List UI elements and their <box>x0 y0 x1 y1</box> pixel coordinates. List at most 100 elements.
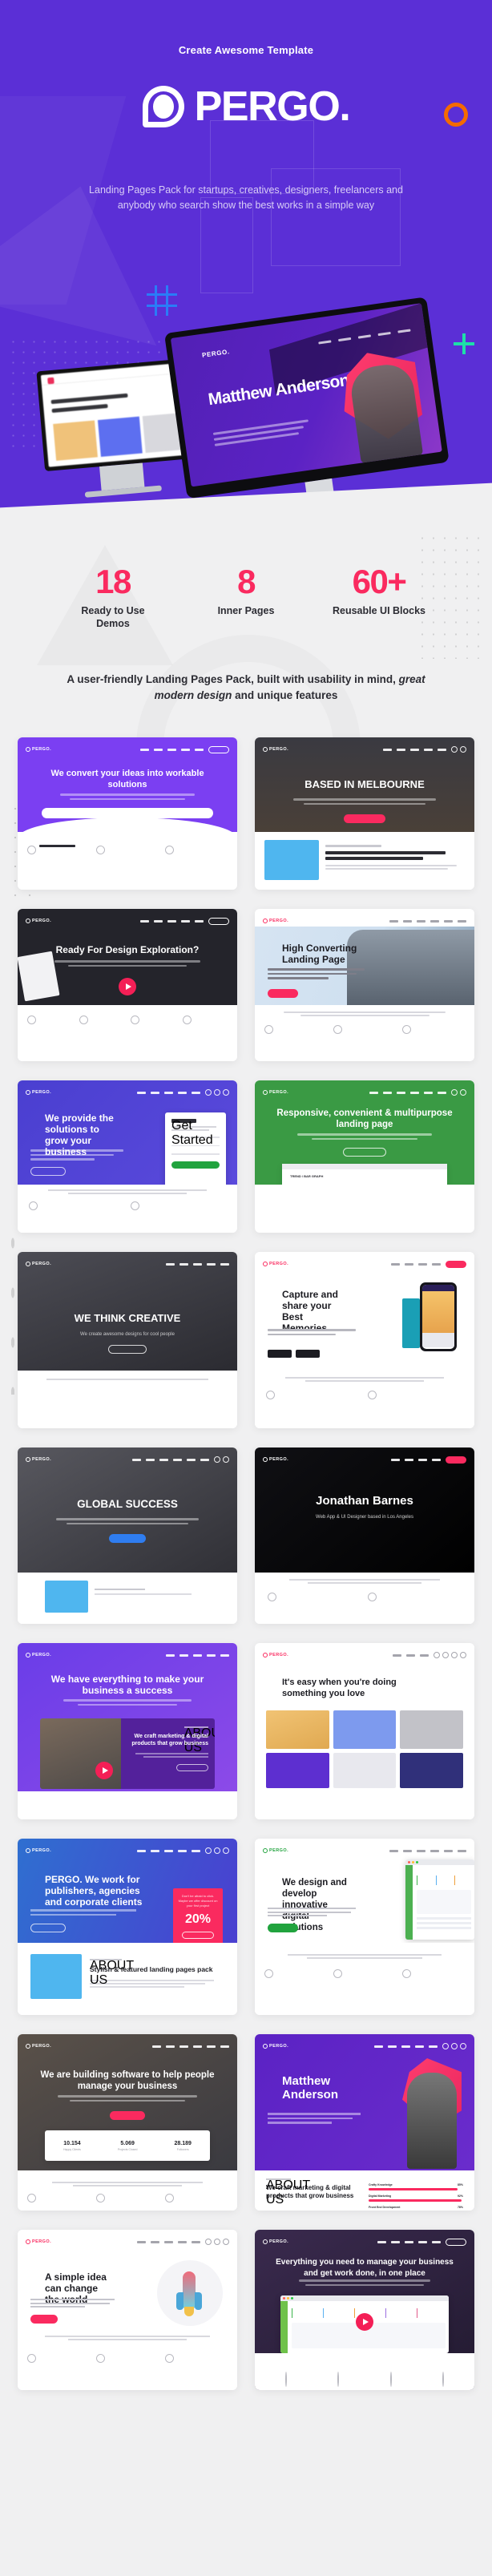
demo-brand: PERGO. <box>32 747 52 752</box>
demo-cta-button[interactable] <box>110 2111 145 2120</box>
demo-cta-button[interactable] <box>344 814 385 823</box>
demo-card[interactable]: PERGO. GLOBAL SUCCESS <box>18 1447 237 1624</box>
counter-label: Projects Closed <box>117 2147 138 2151</box>
fingerprint-icon <box>165 846 174 854</box>
demo-cta-button[interactable] <box>30 2315 58 2324</box>
demo-cta-button[interactable] <box>343 1148 386 1157</box>
demo-card[interactable]: PERGO. Responsive, convenient & multipur… <box>255 1080 474 1233</box>
pergo-circle-logo-icon <box>142 86 184 127</box>
play-button[interactable] <box>119 978 136 995</box>
tagline-part1: A user-friendly Landing Pages Pack, buil… <box>67 673 399 685</box>
stat-item: 60+ Reusable UI Blocks <box>331 564 427 630</box>
demo-cta-button[interactable] <box>176 1764 208 1771</box>
demo-title: High Converting Landing Page <box>282 943 357 965</box>
demo-row: PERGO. GLOBAL SUCCESS PERGO. Jonathan Ba… <box>18 1447 474 1624</box>
plus-icon <box>454 333 474 354</box>
feature-item <box>333 1024 396 1034</box>
globe-icon <box>268 1593 276 1601</box>
inner-eyebrow: ABOUT US <box>183 1726 215 1754</box>
counter-label: Happy Clients <box>63 2147 81 2151</box>
hash-icon <box>147 285 177 316</box>
inner-title: Stylish & featured landing pages pack <box>90 1965 213 1973</box>
demo-card[interactable]: PERGO. Everything you need to manage you… <box>255 2230 474 2390</box>
demo-card[interactable]: PERGO. A simple idea can change the worl… <box>18 2230 237 2390</box>
demo-row: PERGO. A simple idea can change the worl… <box>18 2230 474 2390</box>
play-button[interactable] <box>356 2313 373 2331</box>
demo-card[interactable]: PERGO. We have everything to make your b… <box>18 1643 237 1819</box>
stat-label: Inner Pages <box>217 605 275 616</box>
demo-card[interactable]: PERGO. We design and develop innovative … <box>255 1839 474 2015</box>
demo-card[interactable]: PERGO. Jonathan Barnes Web App & UI Desi… <box>255 1447 474 1624</box>
demo-card[interactable]: PERGO. WE THINK CREATIVE We create aweso… <box>18 1252 237 1428</box>
demo-brand: PERGO. <box>269 1653 289 1657</box>
feature-item <box>165 2193 228 2203</box>
demo-title: We are building software to help people … <box>40 2070 215 2091</box>
demo-row: PERGO. We convert your ideas into workab… <box>18 737 474 890</box>
demo-card[interactable]: PERGO. BASED IN MELBOURNE <box>255 737 474 890</box>
cloud-icon <box>368 1391 377 1399</box>
demo-title: BASED IN MELBOURNE <box>304 778 425 790</box>
feature-title: Concept & Idea <box>39 845 76 847</box>
demo-card[interactable]: PERGO. PERGO. We work for publishers, ag… <box>18 1839 237 2015</box>
feature-item <box>165 845 228 854</box>
globe-icon <box>389 2372 392 2387</box>
hero-subtitle: Landing Pages Pack for startups, creativ… <box>89 184 403 211</box>
feature-item <box>29 1201 124 1210</box>
demo-card[interactable]: PERGO. We convert your ideas into workab… <box>18 737 237 890</box>
badge-cta-button[interactable] <box>182 1932 214 1939</box>
stat-item: 8 Inner Pages <box>198 564 294 630</box>
demo-subtitle: We create awesome designs for cool peopl… <box>80 1332 175 1337</box>
demo-cta-button[interactable] <box>30 1167 66 1176</box>
feature-item <box>268 1592 361 1601</box>
demo-cta-button[interactable] <box>109 1534 146 1543</box>
feature-item <box>264 1968 327 1978</box>
demo-cta-button[interactable] <box>268 1924 298 1932</box>
demo-card[interactable]: PERGO. Capture and share your Best Memor… <box>255 1252 474 1428</box>
tagline-part2: and unique features <box>232 689 338 701</box>
lightbulb-icon <box>27 2194 36 2203</box>
feature-item <box>316 2372 362 2387</box>
demo-card[interactable]: PERGO. We are building software to help … <box>18 2034 237 2211</box>
googleplay-badge[interactable] <box>296 1350 320 1358</box>
demo-brand: PERGO. <box>32 1090 52 1095</box>
demo-card[interactable]: PERGO. Matthew Anderson ABOUT US We craf… <box>255 2034 474 2211</box>
badge-text: Don't be afraid to click. Maybe we offer… <box>178 1894 218 1908</box>
stat-label: Ready to Use Demos <box>81 605 145 629</box>
feature-item <box>263 2372 309 2387</box>
counter-value: 10.154 <box>63 2140 81 2146</box>
demo-title: Capture and share your Best Memories <box>282 1289 339 1334</box>
appstore-badge[interactable] <box>268 1350 292 1358</box>
badge-value: 20% <box>184 1912 212 1926</box>
play-button[interactable] <box>95 1762 113 1779</box>
fingerprint-icon <box>165 2194 174 2203</box>
signup-button[interactable] <box>171 1161 220 1169</box>
demo-card[interactable]: PERGO. Ready For Design Exploration? <box>18 909 237 1061</box>
demo-cta-button[interactable] <box>30 1924 66 1932</box>
user-icon <box>368 1593 377 1601</box>
demo-row: PERGO. PERGO. We work for publishers, ag… <box>18 1839 474 2015</box>
demo-card[interactable]: PERGO. High Converting Landing Page <box>255 909 474 1061</box>
feature-item <box>131 1201 226 1210</box>
demo-title: It's easy when you're doing something yo… <box>282 1678 397 1698</box>
feature-item: Concept & Idea <box>27 845 90 854</box>
discount-badge: Don't be afraid to click. Maybe we offer… <box>173 1888 223 1943</box>
widgets-icon <box>266 1391 275 1399</box>
demo-title: GLOBAL SUCCESS <box>77 1498 178 1510</box>
demo-brand: PERGO. <box>32 1848 52 1853</box>
demo-card[interactable]: PERGO. We provide the solutions to grow … <box>18 1080 237 1233</box>
demo-row: PERGO. We provide the solutions to grow … <box>18 1080 474 1233</box>
demo-cta-button[interactable] <box>268 989 298 998</box>
demo-row: PERGO. WE THINK CREATIVE We create aweso… <box>18 1252 474 1428</box>
feature-item <box>131 1015 176 1024</box>
drop-icon <box>333 1025 342 1034</box>
lightbulb-icon <box>27 2354 36 2363</box>
phone-mockup <box>420 1282 457 1351</box>
drop-icon <box>96 846 105 854</box>
demo-brand: PERGO. <box>269 2239 289 2244</box>
stat-number: 8 <box>237 563 256 600</box>
demo-brand: PERGO. <box>32 1262 52 1266</box>
demo-card[interactable]: PERGO. It's easy when you're doing somet… <box>255 1643 474 1819</box>
phone-field[interactable] <box>171 1153 220 1155</box>
lightbulb-icon <box>264 1025 273 1034</box>
demo-cta-button[interactable] <box>108 1345 147 1354</box>
